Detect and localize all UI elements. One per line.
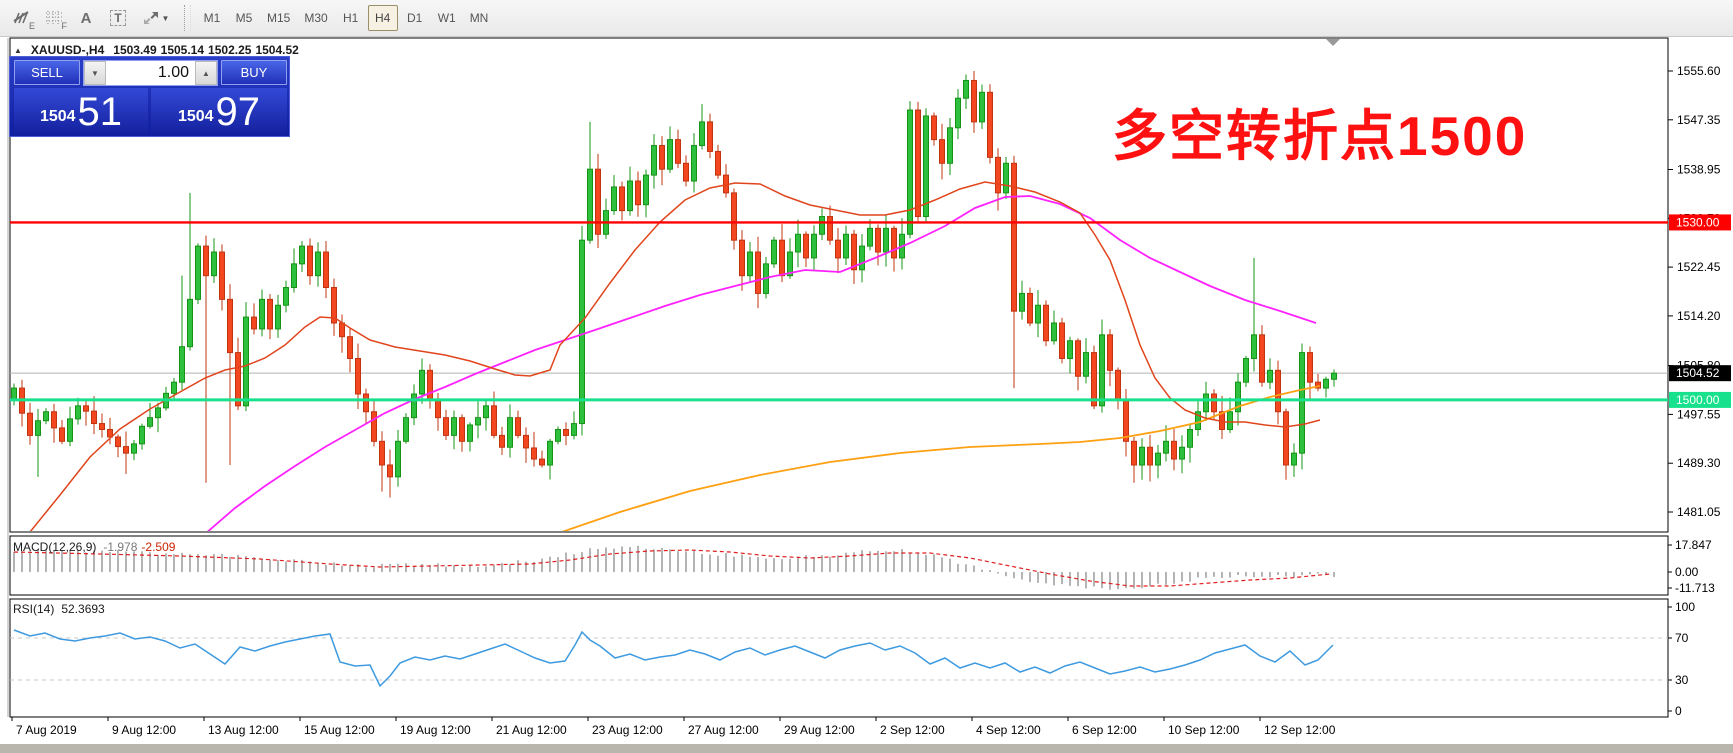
chart-window: 1555.601547.351538.951530.701522.451514.… xyxy=(0,37,1733,753)
svg-text:1538.95: 1538.95 xyxy=(1677,162,1721,176)
sell-price-big: 51 xyxy=(77,90,123,134)
timeframe-button-d1[interactable]: D1 xyxy=(400,5,430,31)
timeframe-button-m30[interactable]: M30 xyxy=(298,5,333,31)
svg-text:0.00: 0.00 xyxy=(1675,565,1699,579)
window-bottom-edge xyxy=(0,744,1733,753)
svg-text:1504.52: 1504.52 xyxy=(1676,366,1720,380)
svg-text:1489.30: 1489.30 xyxy=(1677,456,1721,470)
timeframe-button-m5[interactable]: M5 xyxy=(229,5,259,31)
chart-annotation-text: 多空转折点1500 xyxy=(1112,105,1528,167)
toolbar-separator xyxy=(184,5,191,31)
svg-text:10 Sep 12:00: 10 Sep 12:00 xyxy=(1168,723,1240,737)
svg-text:0: 0 xyxy=(1675,704,1682,718)
rsi-header: RSI(14) 52.3693 xyxy=(13,602,105,616)
grid-icon-button[interactable]: F xyxy=(38,4,70,32)
text-box-icon-button[interactable]: T xyxy=(102,4,134,32)
macd-value-signal: -2.509 xyxy=(141,540,176,554)
svg-text:29 Aug 12:00: 29 Aug 12:00 xyxy=(784,723,855,737)
svg-text:23 Aug 12:00: 23 Aug 12:00 xyxy=(592,723,663,737)
timeframe-button-w1[interactable]: W1 xyxy=(432,5,462,31)
subscript-e: E xyxy=(28,21,35,31)
svg-text:15 Aug 12:00: 15 Aug 12:00 xyxy=(304,723,375,737)
subscript-f: F xyxy=(61,21,68,31)
svg-text:21 Aug 12:00: 21 Aug 12:00 xyxy=(496,723,567,737)
buy-price-big: 97 xyxy=(215,90,261,134)
svg-text:1547.35: 1547.35 xyxy=(1677,113,1721,127)
svg-text:1500.00: 1500.00 xyxy=(1676,393,1720,407)
text-label-icon-button[interactable]: A xyxy=(70,4,102,32)
svg-text:1522.45: 1522.45 xyxy=(1677,260,1721,274)
timeframe-bar: M1 M5 M15 M30 H1 H4 D1 W1 MN xyxy=(197,5,496,31)
timeframe-button-mn[interactable]: MN xyxy=(464,5,495,31)
macd-value-main: -1.978 xyxy=(103,540,138,554)
svg-text:-11.713: -11.713 xyxy=(1675,581,1715,595)
rsi-value: 52.3693 xyxy=(61,602,105,616)
symbol-header: ▲ XAUUSD-,H4 1503.49 1505.14 1502.25 150… xyxy=(14,43,299,57)
ohlc-high: 1505.14 xyxy=(160,43,205,57)
ohlc-open: 1503.49 xyxy=(113,43,157,57)
svg-text:1497.55: 1497.55 xyxy=(1677,407,1721,421)
mt4-window: E F A T ▼ M1 M5 M15 M30 H1 H4 D1 W1 MN 1555.60 15… xyxy=(0,0,1733,753)
buy-button[interactable]: BUY xyxy=(221,60,287,85)
arrange-arrows-icon-button[interactable]: ▼ xyxy=(134,4,178,32)
svg-text:4 Sep 12:00: 4 Sep 12:00 xyxy=(976,723,1041,737)
timeframe-button-m1[interactable]: M1 xyxy=(197,5,227,31)
svg-text:1530.00: 1530.00 xyxy=(1676,215,1720,229)
timeframe-button-h4[interactable]: H4 xyxy=(367,5,398,31)
sell-button[interactable]: SELL xyxy=(14,60,80,85)
svg-text:30: 30 xyxy=(1675,673,1689,687)
svg-text:9 Aug 12:00: 9 Aug 12:00 xyxy=(112,723,176,737)
svg-text:1481.05: 1481.05 xyxy=(1677,505,1721,519)
timeframe-button-m15[interactable]: M15 xyxy=(261,5,296,31)
svg-text:1555.60: 1555.60 xyxy=(1677,64,1721,78)
svg-text:70: 70 xyxy=(1675,631,1689,645)
one-click-trade-panel: SELL ▼ 1.00 ▲ BUY 1504 51 1504 97 xyxy=(9,56,290,137)
timeframe-button-h1[interactable]: H1 xyxy=(336,5,366,31)
volume-stepper: ▼ 1.00 ▲ xyxy=(83,60,218,86)
sell-price-small: 1504 xyxy=(39,108,76,125)
macd-header: MACD(12,26,9) -1.978 -2.509 xyxy=(13,540,175,554)
volume-value[interactable]: 1.00 xyxy=(106,61,195,85)
svg-text:19 Aug 12:00: 19 Aug 12:00 xyxy=(400,723,471,737)
svg-text:12 Sep 12:00: 12 Sep 12:00 xyxy=(1264,723,1336,737)
rsi-label: RSI(14) xyxy=(13,602,55,616)
collapse-triangle-icon[interactable]: ▲ xyxy=(14,46,22,55)
dropdown-caret-icon: ▼ xyxy=(161,13,170,23)
ohlc-low: 1502.25 xyxy=(208,43,252,57)
svg-text:1514.20: 1514.20 xyxy=(1677,309,1721,323)
svg-text:6 Sep 12:00: 6 Sep 12:00 xyxy=(1072,723,1137,737)
chart-pencil-icon-button[interactable]: E xyxy=(6,4,38,32)
toolbar: E F A T ▼ M1 M5 M15 M30 H1 H4 D1 W1 MN xyxy=(0,0,1733,37)
svg-text:17.847: 17.847 xyxy=(1675,538,1712,552)
buy-price-small: 1504 xyxy=(177,108,214,125)
svg-text:100: 100 xyxy=(1675,600,1695,614)
volume-increase-button[interactable]: ▲ xyxy=(195,61,217,85)
svg-text:2 Sep 12:00: 2 Sep 12:00 xyxy=(880,723,945,737)
ohlc-close: 1504.52 xyxy=(255,43,299,57)
macd-label: MACD(12,26,9) xyxy=(13,540,97,554)
volume-decrease-button[interactable]: ▼ xyxy=(84,61,106,85)
buy-price[interactable]: 1504 97 xyxy=(151,88,287,135)
svg-text:7 Aug 2019: 7 Aug 2019 xyxy=(16,723,77,737)
svg-text:27 Aug 12:00: 27 Aug 12:00 xyxy=(688,723,759,737)
svg-text:13 Aug 12:00: 13 Aug 12:00 xyxy=(208,723,279,737)
symbol-name: XAUUSD-,H4 xyxy=(30,43,105,57)
sell-price[interactable]: 1504 51 xyxy=(14,88,148,135)
